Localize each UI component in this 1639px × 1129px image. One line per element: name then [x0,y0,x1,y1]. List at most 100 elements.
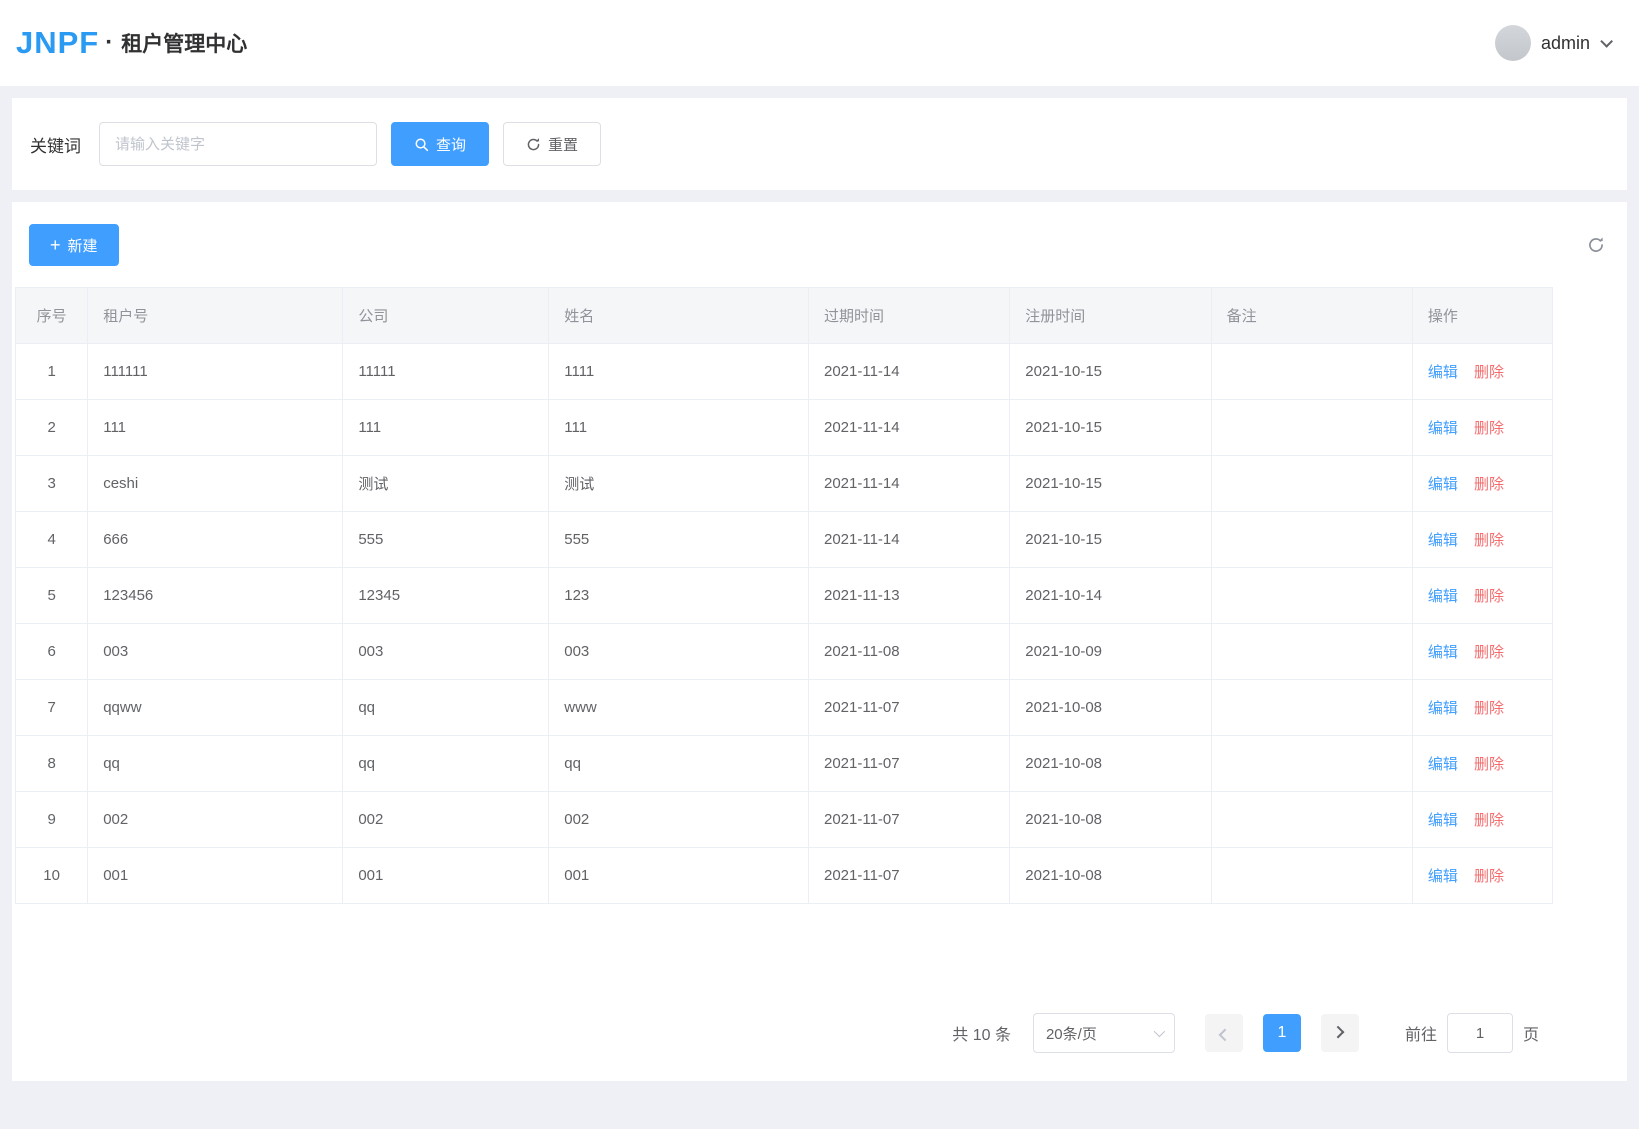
username: admin [1540,32,1590,53]
table-row: 10 001 001 001 2021-11-07 2021-10-08 编辑 删除 [14,847,1553,904]
cell-name: 555 [548,511,809,568]
cell-expire: 2021-11-14 [807,399,1011,456]
cell-register: 2021-10-14 [1009,567,1212,624]
cell-register: 2021-10-08 [1009,735,1212,792]
cell-register: 2021-10-08 [1009,679,1212,736]
cell-name: 1111 [548,343,809,400]
table-row: 5 123456 12345 123 2021-11-13 2021-10-14 编辑 删除 [14,567,1553,624]
search-icon [414,137,429,152]
cell-remark [1210,399,1413,456]
logo-separator: · [105,29,114,56]
cell-expire: 2021-11-07 [807,679,1011,736]
cell-actions: 编辑 删除 [1411,679,1553,736]
page-unit-label: 页 [1522,1027,1539,1044]
delete-link[interactable]: 删除 [1474,364,1504,381]
cell-actions: 编辑 删除 [1411,455,1553,512]
cell-company: 555 [342,511,550,568]
cell-tenant: ceshi [87,455,344,512]
delete-link[interactable]: 删除 [1474,588,1504,605]
new-button-label: 新建 [67,237,98,255]
cell-no: 9 [14,791,89,848]
cell-company: 测试 [342,455,550,512]
cell-actions: 编辑 删除 [1411,791,1553,848]
cell-company: qq [342,679,550,736]
column-header-index: 序号 [14,287,89,344]
cell-tenant: 003 [87,623,344,680]
cell-tenant: 002 [87,791,344,848]
chevron-left-icon [1219,1028,1232,1041]
cell-no: 2 [14,399,89,456]
edit-link[interactable]: 编辑 [1428,700,1458,717]
edit-link[interactable]: 编辑 [1428,420,1458,437]
reset-button[interactable]: 重置 [503,122,602,166]
plus-icon: + [50,235,61,255]
cell-tenant: 123456 [87,567,344,624]
new-button[interactable]: + 新建 [29,224,119,266]
reset-button-label: 重置 [548,136,579,154]
table-row: 6 003 003 003 2021-11-08 2021-10-09 编辑 删除 [14,623,1553,680]
cell-name: 123 [548,567,809,624]
delete-link[interactable]: 删除 [1474,756,1504,773]
keyword-input[interactable] [99,122,377,166]
table-row: 3 ceshi 测试 测试 2021-11-14 2021-10-15 编辑 删除 [14,455,1553,512]
cell-actions: 编辑 删除 [1411,567,1553,624]
edit-link[interactable]: 编辑 [1428,644,1458,661]
cell-expire: 2021-11-07 [807,791,1011,848]
cell-name: www [548,679,809,736]
delete-link[interactable]: 删除 [1474,476,1504,493]
table-row: 7 qqww qq www 2021-11-07 2021-10-08 编辑 删除 [14,679,1553,736]
delete-link[interactable]: 删除 [1474,532,1504,549]
edit-link[interactable]: 编辑 [1428,588,1458,605]
logo: JNPF [16,25,100,60]
cell-register: 2021-10-15 [1009,511,1212,568]
edit-link[interactable]: 编辑 [1428,476,1458,493]
goto-label: 前往 [1404,1027,1437,1044]
cell-no: 8 [14,735,89,792]
cell-tenant: 001 [87,847,344,904]
cell-company: 12345 [342,567,550,624]
page-number-button[interactable]: 1 [1262,1014,1301,1052]
cell-register: 2021-10-15 [1009,343,1212,400]
edit-link[interactable]: 编辑 [1428,868,1458,885]
cell-name: qq [548,735,809,792]
page-size-select[interactable]: 20条/页 [1032,1013,1175,1053]
user-menu[interactable]: admin [1494,25,1613,61]
delete-link[interactable]: 删除 [1474,700,1504,717]
next-page-button[interactable] [1320,1014,1359,1052]
refresh-table-icon[interactable] [1587,236,1605,254]
cell-no: 5 [14,567,89,624]
cell-name: 测试 [548,455,809,512]
app-header: JNPF · 租户管理中心 admin [0,0,1639,86]
cell-company: 002 [342,791,550,848]
table-row: 4 666 555 555 2021-11-14 2021-10-15 编辑 删除 [14,511,1553,568]
query-button[interactable]: 查询 [391,122,490,166]
table-body: 1 111111 11111 1111 2021-11-14 2021-10-15 编辑 删除… [14,343,1553,904]
edit-link[interactable]: 编辑 [1428,364,1458,381]
delete-link[interactable]: 删除 [1474,644,1504,661]
delete-link[interactable]: 删除 [1474,868,1504,885]
cell-register: 2021-10-15 [1009,455,1212,512]
column-header-name: 姓名 [548,287,809,344]
delete-link[interactable]: 删除 [1474,420,1504,437]
cell-company: 003 [342,623,550,680]
query-button-label: 查询 [436,136,467,154]
goto-page-input[interactable] [1446,1013,1513,1053]
edit-link[interactable]: 编辑 [1428,812,1458,829]
table-toolbar: + 新建 [12,202,1627,287]
edit-link[interactable]: 编辑 [1428,756,1458,773]
cell-expire: 2021-11-07 [807,735,1011,792]
cell-remark [1210,623,1413,680]
cell-remark [1210,735,1413,792]
cell-expire: 2021-11-07 [807,847,1011,904]
prev-page-button[interactable] [1204,1014,1243,1052]
edit-link[interactable]: 编辑 [1428,532,1458,549]
delete-link[interactable]: 删除 [1474,812,1504,829]
column-header-actions: 操作 [1411,287,1553,344]
cell-actions: 编辑 删除 [1411,399,1553,456]
cell-name: 002 [548,791,809,848]
cell-actions: 编辑 删除 [1411,623,1553,680]
cell-name: 001 [548,847,809,904]
page-size-value: 20条/页 [1045,1025,1097,1043]
cell-company: 111 [342,399,550,456]
cell-remark [1210,791,1413,848]
